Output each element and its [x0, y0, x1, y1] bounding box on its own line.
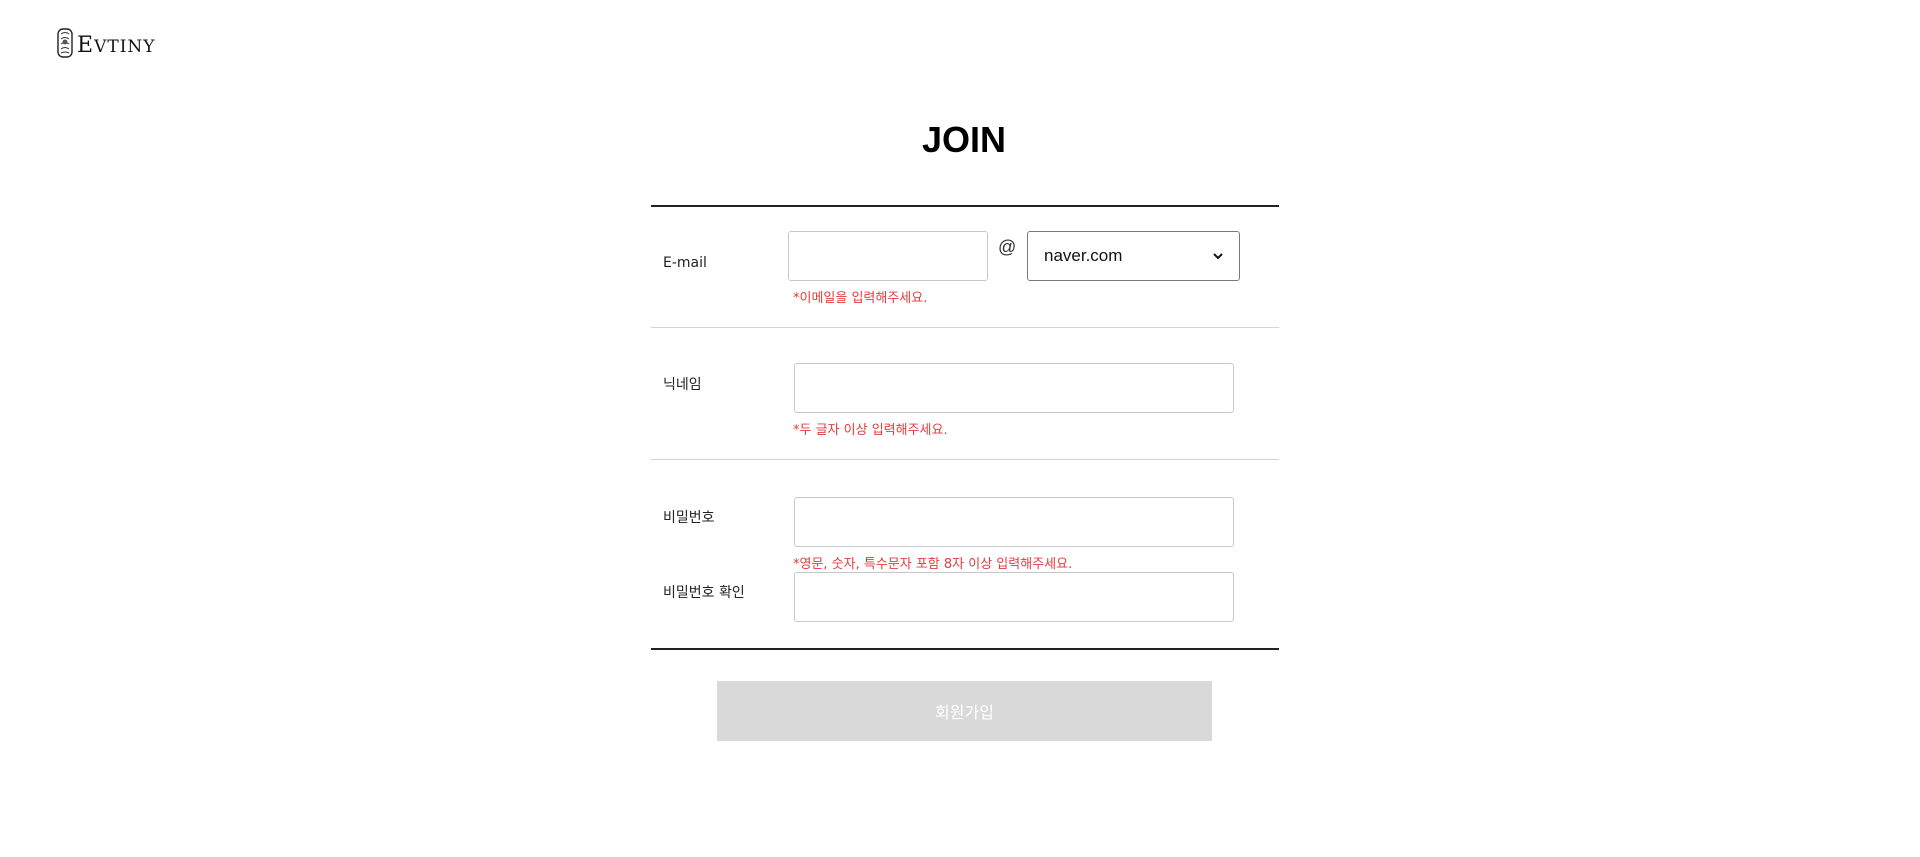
password-row: 비밀번호 *영문, 숫자, 특수문자 포함 8자 이상 입력해주세요. 비밀번호…: [651, 460, 1279, 648]
nickname-input[interactable]: [794, 363, 1234, 413]
password-input[interactable]: [794, 497, 1234, 547]
emblem-icon: [57, 28, 73, 58]
at-symbol: @: [998, 237, 1017, 257]
page-title: JOIN: [921, 119, 1007, 160]
email-id-input[interactable]: [788, 231, 988, 281]
nickname-hint: *두 글자 이상 입력해주세요.: [793, 423, 948, 438]
password-hint: *영문, 숫자, 특수문자 포함 8자 이상 입력해주세요.: [793, 557, 1073, 572]
signup-button[interactable]: 회원가입: [717, 681, 1212, 741]
site-logo[interactable]: EVTINY: [55, 26, 156, 60]
password-confirm-label: 비밀번호 확인: [663, 585, 745, 601]
email-label: E-mail: [663, 255, 707, 271]
nickname-row: 닉네임 *두 글자 이상 입력해주세요.: [651, 328, 1279, 460]
chevron-down-icon: [1213, 253, 1223, 260]
password-label: 비밀번호: [663, 510, 715, 526]
password-confirm-input[interactable]: [794, 572, 1234, 622]
email-hint: *이메일을 입력해주세요.: [793, 291, 928, 306]
email-row: E-mail @ naver.com *이메일을 입력해주세요.: [651, 207, 1279, 328]
email-domain-value: naver.com: [1044, 246, 1123, 265]
email-domain-select[interactable]: naver.com: [1027, 231, 1240, 281]
nickname-label: 닉네임: [663, 377, 702, 393]
join-form: E-mail @ naver.com *이메일을 입력해주세요. 닉네임 *두 …: [651, 205, 1279, 650]
join-page: EVTINY JOIN E-mail @ naver.com *이메일을 입력해…: [0, 0, 1920, 857]
logo-wordmark: EVTINY: [77, 33, 156, 58]
